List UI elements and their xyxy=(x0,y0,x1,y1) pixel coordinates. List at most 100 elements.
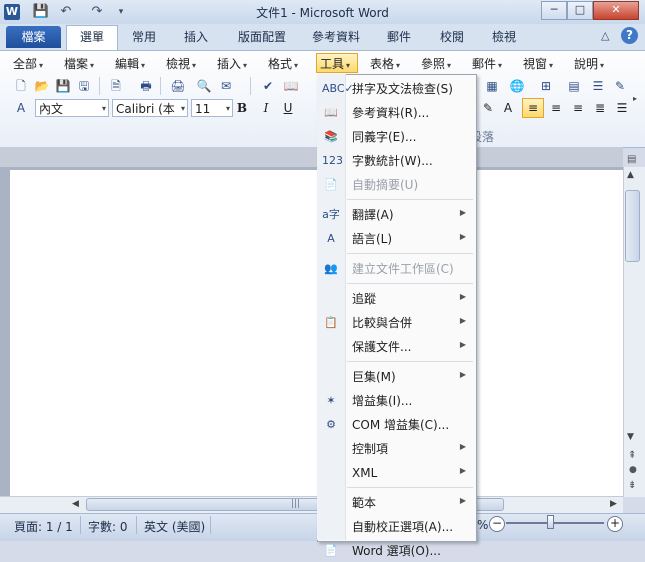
bold-button[interactable]: B xyxy=(234,100,250,116)
char-shading-icon[interactable]: A xyxy=(500,100,516,116)
insert-table-icon[interactable]: ▦ xyxy=(484,78,500,94)
new-document-icon[interactable]: 🗋 xyxy=(13,78,29,94)
scroll-left-icon[interactable]: ◀ xyxy=(72,499,79,509)
menu-item-label: 語言(L) xyxy=(352,232,393,246)
word-count-indicator[interactable]: 字數: 0 xyxy=(88,518,128,535)
tab-review[interactable]: 校閱 xyxy=(432,26,472,48)
menu-item-label: 保護文件... xyxy=(352,340,412,354)
scroll-right-icon[interactable]: ▶ xyxy=(610,499,617,509)
style-combo[interactable]: 內文 ▾ xyxy=(35,99,109,117)
tools-menu-item[interactable]: ABC✓ 拼字及文法檢查(S) xyxy=(318,78,474,100)
menu-insert[interactable]: 插入 ▾ xyxy=(217,55,247,73)
styles-icon[interactable]: A xyxy=(13,100,29,116)
tab-references[interactable]: 參考資料 xyxy=(305,26,367,48)
zoom-in-button[interactable]: + xyxy=(607,516,623,532)
toolbar-separator xyxy=(250,77,251,95)
font-combo[interactable]: Calibri (本 ▾ xyxy=(112,99,188,117)
research-toolbar-icon[interactable]: 📖 xyxy=(283,78,299,94)
print-icon[interactable]: 🖶 xyxy=(138,78,154,94)
open-icon[interactable]: 📂 xyxy=(34,78,50,94)
menu-mailings[interactable]: 郵件 ▾ xyxy=(472,55,502,73)
help-icon[interactable]: ? xyxy=(621,27,638,44)
close-button[interactable]: ✕ xyxy=(593,1,639,20)
justify-button[interactable]: ≣ xyxy=(592,100,608,116)
menu-file[interactable]: 檔案 ▾ xyxy=(64,55,94,73)
menu-view[interactable]: 檢視 ▾ xyxy=(166,55,196,73)
drawing-icon[interactable]: ✎ xyxy=(612,78,628,94)
submenu-arrow-icon: ▶ xyxy=(459,208,466,217)
menu-all[interactable]: 全部 ▾ xyxy=(13,55,43,73)
previous-page-icon[interactable]: ⇞ xyxy=(628,450,636,461)
align-right-button[interactable]: ≡ xyxy=(570,100,586,116)
permission-icon[interactable]: 🗎 xyxy=(108,78,124,94)
next-page-icon[interactable]: ⇟ xyxy=(628,480,636,491)
compare-icon: 📋 xyxy=(324,316,338,329)
minimize-button[interactable]: ─ xyxy=(541,1,567,20)
tab-home[interactable]: 常用 xyxy=(124,26,164,48)
mail-icon[interactable]: ✉ xyxy=(218,78,234,94)
print-preview-icon[interactable]: 🖨 xyxy=(170,78,186,94)
tools-menu-item[interactable]: 保護文件... ▶ xyxy=(318,336,474,358)
scroll-grip-icon: ||| xyxy=(291,499,301,509)
maximize-button[interactable]: □ xyxy=(567,1,593,20)
font-size-combo[interactable]: 11 ▾ xyxy=(191,99,233,117)
tab-menu[interactable]: 選單 xyxy=(66,25,118,50)
tools-menu-item[interactable]: A 語言(L) ▶ xyxy=(318,228,474,250)
tools-menu-item[interactable]: XML ▶ xyxy=(318,462,474,484)
tools-menu-item[interactable]: 📋 比較與合併 ▶ xyxy=(318,312,474,334)
tools-menu-item[interactable]: 範本 ▶ xyxy=(318,492,474,514)
table-grid-icon[interactable]: ▤ xyxy=(566,78,582,94)
tools-menu-item[interactable]: 123 字數統計(W)... xyxy=(318,150,474,172)
ribbon-scroll-right-icon[interactable]: ▸ xyxy=(633,94,637,103)
align-center-button[interactable]: ≡ xyxy=(548,100,564,116)
menu-window[interactable]: 視窗 ▾ xyxy=(523,55,553,73)
spelling-check-icon[interactable]: ✔ xyxy=(260,78,276,94)
zoom-out-button[interactable]: − xyxy=(489,516,505,532)
tools-menu-item[interactable]: 控制項 ▶ xyxy=(318,438,474,460)
highlight-icon[interactable]: ✎ xyxy=(480,100,496,116)
tools-menu-item[interactable]: a字 翻譯(A) ▶ xyxy=(318,204,474,226)
menu-table[interactable]: 表格 ▾ xyxy=(370,55,400,73)
save-as-icon[interactable]: 🖫 xyxy=(76,78,92,94)
distribute-button[interactable]: ☰ xyxy=(614,100,630,116)
save-toolbar-icon[interactable]: 💾 xyxy=(55,78,71,94)
globe-icon[interactable]: 🌐 xyxy=(509,78,525,94)
tools-menu-item[interactable]: ⚙ COM 增益集(C)... xyxy=(318,414,474,436)
menu-help[interactable]: 說明 ▾ xyxy=(574,55,604,73)
language-indicator[interactable]: 英文 (美國) xyxy=(144,518,205,535)
tools-menu-item[interactable]: 追蹤 ▶ xyxy=(318,288,474,310)
browse-object-icon[interactable]: ● xyxy=(629,465,637,475)
menu-item-label: Word 選項(O)... xyxy=(352,544,441,558)
tools-menu-item[interactable]: 巨集(M) ▶ xyxy=(318,366,474,388)
menu-tools[interactable]: 工具 ▾ xyxy=(316,53,358,73)
view-ruler-icon[interactable]: ▤ xyxy=(627,154,639,166)
italic-button[interactable]: I xyxy=(258,100,274,116)
tab-file[interactable]: 檔案 xyxy=(6,26,61,48)
scroll-down-icon[interactable]: ▼ xyxy=(627,432,634,442)
tools-menu-item[interactable]: 自動校正選項(A)... xyxy=(318,516,474,538)
tab-insert[interactable]: 插入 xyxy=(176,26,216,48)
border-icon[interactable]: ⊞ xyxy=(538,78,554,94)
tab-mailings[interactable]: 郵件 xyxy=(379,26,419,48)
page-indicator[interactable]: 頁面: 1 / 1 xyxy=(14,518,73,535)
zoom-percent-fragment[interactable]: % xyxy=(477,518,488,532)
preview-icon[interactable]: 🔍 xyxy=(196,78,212,94)
scroll-up-icon[interactable]: ▲ xyxy=(627,170,634,180)
tab-page-layout[interactable]: 版面配置 xyxy=(228,26,296,48)
minimize-ribbon-icon[interactable]: △ xyxy=(601,29,609,42)
tools-menu-item[interactable]: 📚 同義字(E)... xyxy=(318,126,474,148)
underline-button[interactable]: U xyxy=(280,100,296,116)
zoom-slider-track[interactable] xyxy=(506,522,604,524)
menu-edit[interactable]: 編輯 ▾ xyxy=(115,55,145,73)
menu-reference[interactable]: 參照 ▾ xyxy=(421,55,451,73)
menu-format[interactable]: 格式 ▾ xyxy=(268,55,298,73)
submenu-arrow-icon: ▶ xyxy=(459,316,466,325)
columns-icon[interactable]: ☰ xyxy=(590,78,606,94)
vertical-scroll-thumb[interactable] xyxy=(625,190,640,262)
tab-view[interactable]: 檢視 xyxy=(484,26,524,48)
tools-menu-item[interactable]: 📖 參考資料(R)... xyxy=(318,102,474,124)
tools-menu-item[interactable]: 📄 Word 選項(O)... xyxy=(318,540,474,562)
menu-item-label: 範本 xyxy=(352,496,377,510)
zoom-slider-thumb[interactable] xyxy=(546,515,554,529)
tools-menu-item[interactable]: ✶ 增益集(I)... xyxy=(318,390,474,412)
